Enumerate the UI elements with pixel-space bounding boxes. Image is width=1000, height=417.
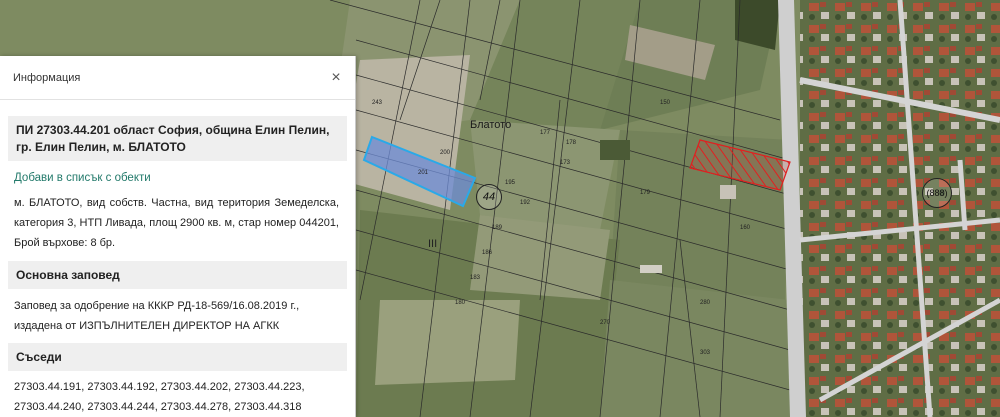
parcel-number: 183 <box>470 275 481 281</box>
building <box>720 185 736 199</box>
place-label: Блатото <box>470 119 512 131</box>
route-badge: 44 <box>476 184 502 210</box>
parcel-number: 243 <box>372 100 383 106</box>
parcel-number: 270 <box>600 320 611 326</box>
close-icon: × <box>331 68 341 86</box>
field-strip <box>470 120 620 230</box>
neighbors-heading: Съседи <box>8 343 347 371</box>
parcel-number: 200 <box>440 150 451 156</box>
route-badge-secondary: (888) <box>922 178 952 208</box>
field-strip <box>375 300 520 385</box>
panel-title: Информация <box>13 71 81 84</box>
parcel-number: 195 <box>505 180 516 186</box>
parcel-number: 173 <box>560 160 571 166</box>
building <box>640 265 662 273</box>
parcel-number: 177 <box>540 130 551 136</box>
add-to-list-link[interactable]: Добави в списък с обекти <box>14 172 341 184</box>
parcel-number: 303 <box>700 350 711 356</box>
parcel-number: 201 <box>418 170 429 176</box>
neighbors-list: 27303.44.191, 27303.44.192, 27303.44.202… <box>14 381 305 413</box>
close-button[interactable]: × <box>327 69 345 87</box>
parcel-number: 160 <box>740 225 751 231</box>
parcel-number: 186 <box>482 250 493 256</box>
parcel-number: 280 <box>700 300 711 306</box>
object-description: м. БЛАТОТО, вид собств. Частна, вид тери… <box>14 197 339 249</box>
parcel-number: 178 <box>566 140 577 146</box>
panel-body: ПИ 27303.44.201 област София, община Ели… <box>0 100 355 417</box>
parcel-number: 180 <box>455 300 466 306</box>
parcel-number: 179 <box>640 190 651 196</box>
panel-header: Информация × <box>0 56 355 100</box>
region-numeral: III <box>428 238 438 250</box>
order-text: Заповед за одобрение на КККР РД-18-569/1… <box>14 300 300 332</box>
parcel-number: 189 <box>492 225 503 231</box>
parcel-number: 192 <box>520 200 531 206</box>
object-title: ПИ 27303.44.201 област София, община Ели… <box>8 116 347 161</box>
parcel-number: 150 <box>660 100 671 106</box>
info-panel: Информация × ПИ 27303.44.201 област Софи… <box>0 56 356 417</box>
tree-cluster <box>600 140 630 160</box>
field-strip <box>470 215 610 300</box>
order-heading: Основна заповед <box>8 261 347 289</box>
